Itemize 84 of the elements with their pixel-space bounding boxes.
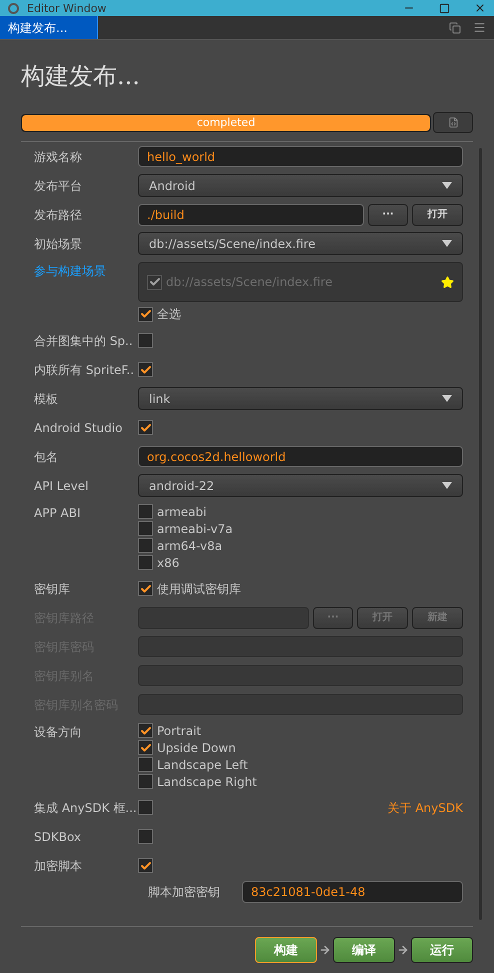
checkbox[interactable] — [138, 858, 153, 873]
checkbox-label: Landscape Left — [157, 756, 248, 774]
dropdown[interactable]: Android — [138, 174, 463, 197]
checkbox[interactable] — [138, 420, 153, 435]
check-icon — [140, 860, 152, 872]
checkbox-label: Upside Down — [157, 740, 236, 756]
field-label: API Level — [34, 478, 90, 494]
checkbox-label: x86 — [157, 554, 180, 572]
field-label: SDKBox — [34, 828, 82, 846]
field-label: 初始场景 — [34, 236, 83, 252]
maximize-icon[interactable] — [439, 2, 450, 14]
field-label: 密钥库 — [34, 580, 71, 598]
page-heading: 构建发布... — [21, 64, 141, 88]
field-label: 内联所有 SpriteF.. — [34, 362, 136, 378]
field-label: 游戏名称 — [34, 148, 83, 166]
checkbox[interactable] — [138, 757, 153, 772]
action-button[interactable]: 运行 — [411, 937, 473, 963]
checkbox[interactable] — [138, 723, 153, 738]
check-icon — [140, 582, 152, 594]
checkbox-label: armeabi-v7a — [157, 520, 233, 538]
popout-icon[interactable] — [449, 22, 461, 34]
checkbox-label: 使用调试密钥库 — [157, 580, 241, 598]
checkbox[interactable] — [138, 829, 153, 844]
checkbox[interactable] — [138, 581, 153, 596]
check-icon — [140, 724, 152, 736]
field-label: 脚本加密密钥 — [148, 884, 221, 901]
checkbox[interactable] — [138, 538, 153, 553]
check-icon — [140, 364, 152, 376]
checkbox[interactable] — [138, 740, 153, 755]
arrow-icon — [397, 944, 409, 956]
field-label: 参与构建场景 — [34, 263, 107, 280]
field-label: APP ABI — [34, 505, 82, 522]
window-title: Editor Window — [27, 2, 106, 14]
checkbox[interactable] — [138, 504, 153, 519]
dropdown-arrow-icon — [442, 482, 452, 489]
log-button[interactable] — [433, 112, 473, 133]
dropdown[interactable]: android-22 — [138, 474, 463, 497]
text-field[interactable]: org.cocos2d.helloworld — [138, 446, 463, 467]
field-label: 集成 AnySDK 框... — [34, 800, 138, 816]
text-field[interactable]: 83c21081-0de1-48 — [242, 881, 463, 903]
checkbox[interactable] — [138, 521, 153, 536]
checkbox[interactable] — [138, 333, 153, 348]
check-icon — [148, 276, 160, 288]
menu-icon[interactable] — [473, 21, 486, 34]
close-icon[interactable] — [474, 2, 486, 14]
dropdown[interactable]: db://assets/Scene/index.fire — [138, 232, 463, 255]
field-label: 设备方向 — [34, 724, 83, 741]
dropdown-arrow-icon — [442, 240, 452, 247]
app-logo-icon — [8, 2, 19, 14]
field-label: 模板 — [34, 390, 59, 408]
arrow-icon — [319, 944, 331, 956]
field-label: 合并图集中的 Sp.. — [34, 332, 134, 350]
action-button[interactable]: 构建 — [255, 937, 317, 963]
field-label: 发布路径 — [34, 206, 83, 224]
code-file-icon — [448, 117, 458, 128]
field-label: 发布平台 — [34, 178, 83, 194]
checkbox-label: arm64-v8a — [157, 538, 222, 554]
checkbox[interactable] — [138, 774, 153, 789]
path-button[interactable]: ··· — [368, 204, 408, 226]
check-icon — [140, 422, 152, 434]
checkbox[interactable] — [138, 555, 153, 570]
check-icon — [140, 742, 152, 754]
checkbox[interactable] — [138, 306, 153, 322]
checkbox-label: 全选 — [157, 306, 181, 323]
progress-label: completed — [196, 114, 256, 130]
action-button[interactable]: 编译 — [333, 937, 395, 963]
checkbox[interactable] — [147, 274, 162, 290]
field-label: 包名 — [34, 448, 59, 466]
checkbox[interactable] — [138, 800, 153, 815]
checkbox-label: Landscape Right — [157, 774, 257, 790]
tab[interactable]: 构建发布... — [0, 16, 98, 39]
checkbox-label: armeabi — [157, 504, 206, 520]
path-field[interactable]: ./build — [138, 204, 364, 226]
dropdown-arrow-icon — [442, 395, 452, 402]
field-label: 加密脚本 — [34, 858, 83, 874]
dropdown-arrow-icon — [442, 182, 452, 189]
checkbox-label: Portrait — [157, 722, 202, 740]
text-field[interactable]: hello_world — [138, 146, 463, 167]
dropdown[interactable]: link — [138, 387, 463, 410]
checkbox[interactable] — [138, 362, 153, 377]
about-link[interactable]: 关于 AnySDK — [388, 798, 463, 816]
field-label: Android Studio — [34, 420, 124, 436]
check-icon — [140, 308, 152, 320]
path-button[interactable]: 打开 — [412, 204, 463, 226]
